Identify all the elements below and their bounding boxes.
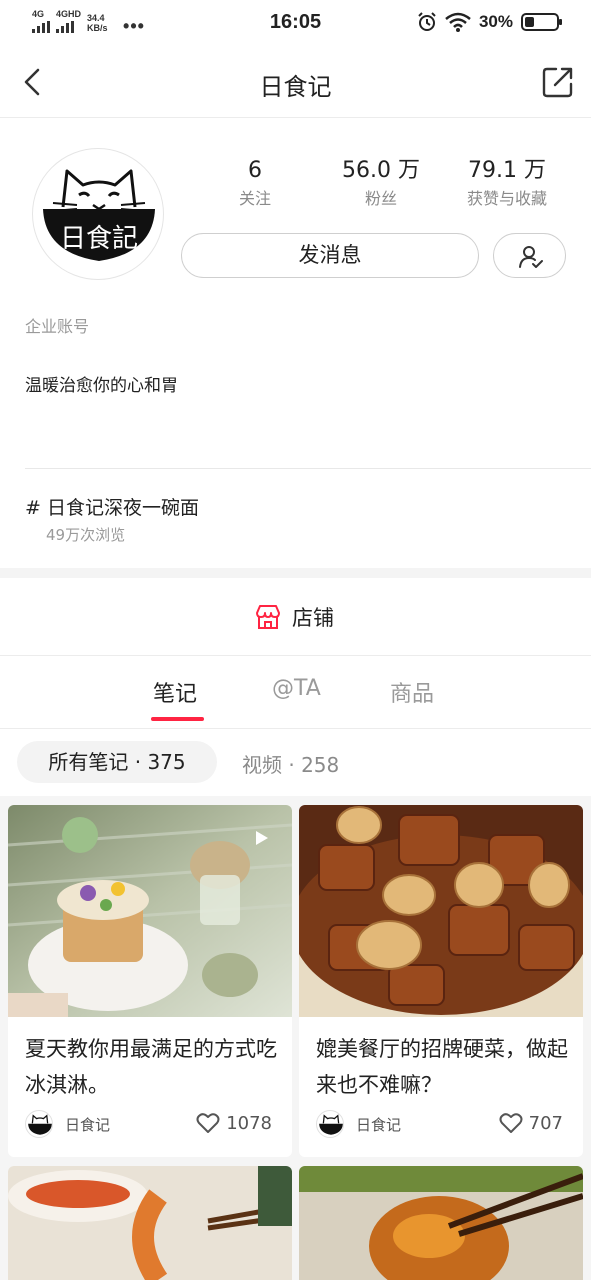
stat-label: 获赞与收藏 xyxy=(466,189,547,208)
battery-icon xyxy=(521,13,562,31)
topic-views: 49万次浏览 xyxy=(46,526,126,544)
note-card[interactable]: 媲美餐厅的招牌硬菜，做起来也不难嘛？ 日食记 707 xyxy=(299,805,583,1157)
note-card[interactable] xyxy=(299,1166,583,1280)
note-title: 夏天教你用最满足的方式吃冰淇淋。 xyxy=(25,1037,277,1097)
stat-following[interactable]: 6 关注 xyxy=(190,156,320,212)
follow-button[interactable] xyxy=(493,233,566,278)
heart-icon xyxy=(499,1113,523,1133)
stat-value: 6 xyxy=(248,158,262,183)
author-name: 日食记 xyxy=(65,1115,111,1134)
note-cover-image xyxy=(8,805,292,1017)
stat-value: 79.1 万 xyxy=(468,158,546,183)
divider xyxy=(25,468,591,469)
video-play-icon xyxy=(256,831,268,845)
author-avatar xyxy=(316,1110,344,1138)
heart-icon xyxy=(196,1113,220,1133)
note-cover-image xyxy=(299,1166,583,1280)
store-label: 店铺 xyxy=(292,606,334,630)
nav-bar: 日食记 xyxy=(0,46,591,118)
tab-notes[interactable]: 笔记 xyxy=(153,676,197,708)
section-separator xyxy=(0,568,591,578)
bio-text: 温暖治愈你的心和胃 xyxy=(25,376,178,396)
status-right: 30% xyxy=(417,12,562,32)
battery-percent: 30% xyxy=(478,12,513,31)
topic-link[interactable]: # 日食记深夜一碗面 xyxy=(25,493,199,520)
wifi-icon xyxy=(445,12,471,32)
stat-value: 56.0 万 xyxy=(342,158,420,183)
like-count: 707 xyxy=(528,1112,563,1134)
notes-filter: 所有笔记 · 375 视频 · 258 xyxy=(0,729,591,796)
share-icon[interactable] xyxy=(541,65,575,99)
page-title: 日食记 xyxy=(259,73,332,101)
author-name: 日食记 xyxy=(356,1115,402,1134)
account-type-label: 企业账号 xyxy=(25,317,90,336)
alarm-icon xyxy=(418,12,436,31)
like-button[interactable]: 707 xyxy=(499,1112,563,1134)
filter-videos[interactable]: 视频 · 258 xyxy=(242,749,339,778)
author-avatar xyxy=(25,1110,53,1138)
note-title: 媲美餐厅的招牌硬菜，做起来也不难嘛？ xyxy=(316,1037,568,1097)
content-tabs: 笔记 @TA 商品 xyxy=(0,656,591,729)
tab-mentions[interactable]: @TA xyxy=(272,676,321,701)
svg-text:日食記: 日食記 xyxy=(60,224,138,254)
cat-logo-icon: 日食記 xyxy=(43,169,155,261)
tab-products[interactable]: 商品 xyxy=(390,676,434,708)
filter-all-notes[interactable]: 所有笔记 · 375 xyxy=(17,741,217,783)
like-count: 1078 xyxy=(226,1112,272,1134)
send-message-button[interactable]: 发消息 xyxy=(181,233,479,278)
profile-stats: 6 关注 56.0 万 粉丝 79.1 万 获赞与收藏 xyxy=(195,156,575,216)
note-cover-image xyxy=(8,1166,292,1280)
status-bar: 4G 4GHD 34.4 KB/s ••• 16:05 30% xyxy=(0,0,591,46)
store-entry[interactable]: 店铺 xyxy=(0,578,591,656)
note-cover-image xyxy=(299,805,583,1017)
stat-followers[interactable]: 56.0 万 粉丝 xyxy=(316,156,446,212)
user-check-icon xyxy=(519,246,543,268)
note-author[interactable]: 日食记 xyxy=(316,1110,401,1138)
store-icon xyxy=(256,605,280,629)
note-card[interactable]: 夏天教你用最满足的方式吃冰淇淋。 日食记 1078 xyxy=(8,805,292,1157)
note-author[interactable]: 日食记 xyxy=(25,1110,110,1138)
stat-likes-and-saves[interactable]: 79.1 万 获赞与收藏 xyxy=(442,156,572,212)
active-tab-indicator xyxy=(151,717,204,721)
avatar[interactable]: 日食記 xyxy=(32,148,164,280)
stat-label: 关注 xyxy=(238,189,271,208)
stat-label: 粉丝 xyxy=(364,189,397,208)
note-card[interactable] xyxy=(8,1166,292,1280)
like-button[interactable]: 1078 xyxy=(196,1112,272,1134)
